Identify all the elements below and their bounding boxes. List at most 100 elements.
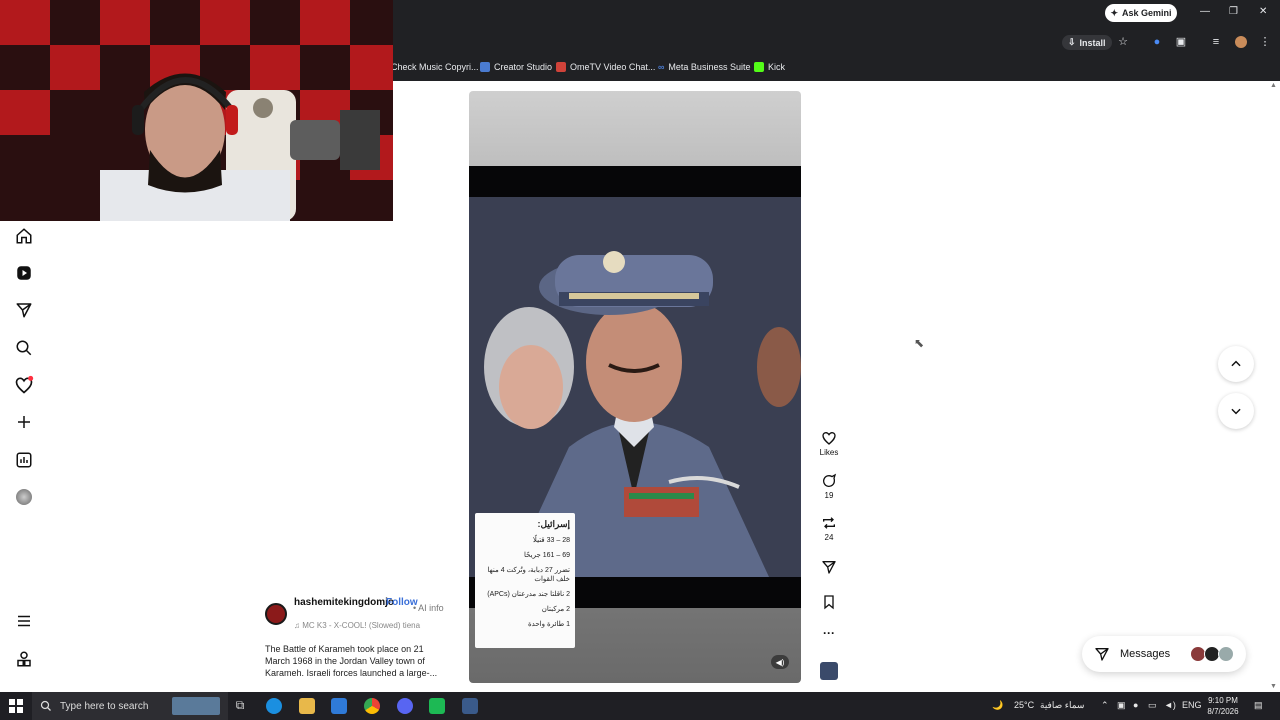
- message-avatar: [1218, 646, 1234, 662]
- network-icon[interactable]: ▭: [1148, 700, 1157, 711]
- repost-button[interactable]: 24: [816, 515, 842, 542]
- messages-button[interactable]: Messages: [1082, 636, 1246, 672]
- system-clock[interactable]: 9:10 PM 8/7/2026: [1200, 695, 1246, 717]
- microphone-icon[interactable]: ●: [1133, 700, 1138, 710]
- chevron-down-icon: [1231, 408, 1241, 415]
- video-frame: إسرائيل: 28 – 33 قتيلًا 69 – 161 جريحًا …: [469, 166, 801, 648]
- notifications-icon[interactable]: [14, 375, 34, 395]
- restore-button[interactable]: ❐: [1229, 6, 1238, 17]
- edge-icon[interactable]: [266, 698, 282, 714]
- overlay-row: 1 طائرة واحدة: [528, 621, 570, 628]
- ask-gemini-button[interactable]: ✦ Ask Gemini: [1105, 4, 1177, 22]
- more-apps-icon[interactable]: [14, 649, 34, 669]
- windows-start-icon[interactable]: [9, 699, 23, 718]
- profile-avatar-icon[interactable]: [1235, 36, 1247, 48]
- bookmark-item[interactable]: Creator Studio: [480, 62, 552, 72]
- messages-label: Messages: [1120, 648, 1171, 660]
- create-icon[interactable]: [14, 412, 34, 432]
- minimize-button[interactable]: —: [1200, 6, 1210, 17]
- creator-studio-icon: [480, 62, 490, 72]
- repost-icon: [823, 517, 835, 529]
- taskbar-search-input[interactable]: Type here to search: [32, 692, 228, 720]
- bookmark-item[interactable]: Check Music Copyri...: [391, 62, 479, 72]
- weather-moon-icon[interactable]: 🌙: [992, 700, 1003, 711]
- likes-label: Likes: [819, 448, 839, 457]
- windows-taskbar: Type here to search ⧉ 🌙 25°C سماء صافية …: [0, 692, 1280, 720]
- bookmark-star-icon[interactable]: ☆: [1117, 36, 1129, 48]
- comment-count: 19: [824, 491, 834, 500]
- ai-info-label[interactable]: • AI info: [413, 603, 444, 613]
- close-window-button[interactable]: ✕: [1259, 6, 1267, 17]
- share-button[interactable]: [816, 559, 842, 577]
- tray-app-icon[interactable]: ▣: [1117, 700, 1126, 711]
- meta-icon: ∞: [658, 62, 665, 72]
- caption-text: The Battle of Karameh took place on 21 M…: [265, 644, 438, 678]
- store-icon[interactable]: [331, 698, 347, 714]
- save-button[interactable]: [816, 594, 842, 612]
- comment-icon: [823, 473, 837, 487]
- install-icon: ⇩: [1068, 37, 1076, 47]
- bookmark-item[interactable]: OmeTV Video Chat...: [556, 62, 655, 72]
- install-button[interactable]: ⇩ Install: [1062, 35, 1112, 50]
- more-options-icon[interactable]: ···: [816, 626, 842, 640]
- send-icon[interactable]: [14, 300, 34, 320]
- search-icon: [40, 700, 51, 711]
- scroll-up-arrow[interactable]: ▲: [1270, 82, 1277, 89]
- overlay-heading: إسرائيل:: [537, 519, 570, 529]
- heart-icon: [822, 431, 836, 445]
- kick-icon: [754, 62, 764, 72]
- extension-shield-icon[interactable]: ●: [1151, 36, 1163, 48]
- menu-icon[interactable]: [14, 611, 34, 631]
- music-label[interactable]: ♫ MC K3 - X-COOL! (Slowed) tiena: [294, 621, 420, 630]
- mouse-cursor-icon: ⬉: [914, 336, 925, 350]
- stats-overlay-card: إسرائيل: 28 – 33 قتيلًا 69 – 161 جريحًا …: [475, 513, 575, 648]
- discord-icon[interactable]: [397, 698, 413, 714]
- task-view-icon[interactable]: ⧉: [232, 698, 248, 714]
- file-explorer-icon[interactable]: [299, 698, 315, 714]
- language-indicator[interactable]: ENG: [1182, 700, 1202, 710]
- overlay-row: 2 ناقلتا جند مدرعتان (APCs): [487, 591, 570, 598]
- overlay-row: تضرر 27 دبابة، وتُركت 4 منها خلف القوات: [487, 567, 570, 583]
- follow-button[interactable]: Follow: [386, 597, 418, 608]
- audio-thumbnail[interactable]: [816, 662, 842, 680]
- media-controls-icon[interactable]: ≡: [1210, 36, 1222, 48]
- weather-description: سماء صافية: [1040, 700, 1085, 710]
- author-username[interactable]: hashemitekingdomjo: [294, 597, 394, 608]
- author-avatar[interactable]: [265, 603, 287, 625]
- extensions-puzzle-icon[interactable]: ▣: [1175, 36, 1187, 48]
- share-icon: [822, 561, 836, 574]
- next-reel-button[interactable]: [1218, 393, 1254, 429]
- bookmark-item[interactable]: Kick: [754, 62, 785, 72]
- chevron-up-icon: [1231, 360, 1241, 367]
- comment-button[interactable]: 19: [816, 473, 842, 500]
- overlay-row: 2 مركبتان: [541, 606, 570, 613]
- browser-menu-icon[interactable]: ⋮: [1259, 36, 1271, 48]
- chrome-icon[interactable]: [364, 698, 380, 714]
- profile-avatar[interactable]: [14, 487, 34, 507]
- app-icon[interactable]: [429, 698, 445, 714]
- reel-video[interactable]: إسرائيل: 28 – 33 قتيلًا 69 – 161 جريحًا …: [469, 91, 801, 683]
- webcam-overlay: [0, 0, 393, 221]
- overlay-row: 28 – 33 قتيلًا: [532, 537, 570, 544]
- tray-chevron-icon[interactable]: ⌃: [1101, 700, 1109, 711]
- webcam-feed-image: [0, 0, 393, 221]
- bookmark-item[interactable]: ∞ Meta Business Suite: [658, 62, 750, 72]
- search-highlight-image: [172, 697, 220, 715]
- ometv-icon: [556, 62, 566, 72]
- search-icon[interactable]: [14, 338, 34, 358]
- home-icon[interactable]: [14, 226, 34, 246]
- overlay-row: 69 – 161 جريحًا: [523, 552, 570, 559]
- scroll-down-arrow[interactable]: ▼: [1270, 683, 1277, 690]
- weather-temp[interactable]: 25°C: [1014, 700, 1034, 710]
- messages-send-icon: [1095, 648, 1109, 661]
- dashboard-icon[interactable]: [14, 450, 34, 470]
- gemini-sparkle-icon: ✦: [1110, 7, 1118, 18]
- mute-toggle-icon[interactable]: ◀): [771, 655, 789, 669]
- previous-reel-button[interactable]: [1218, 346, 1254, 382]
- volume-icon[interactable]: ◄): [1164, 700, 1176, 710]
- security-app-icon[interactable]: [462, 698, 478, 714]
- like-button[interactable]: Likes: [816, 430, 842, 457]
- notification-center-icon[interactable]: ▤: [1254, 700, 1263, 711]
- music-note-icon: ♫: [294, 621, 303, 630]
- reels-icon[interactable]: [14, 263, 34, 283]
